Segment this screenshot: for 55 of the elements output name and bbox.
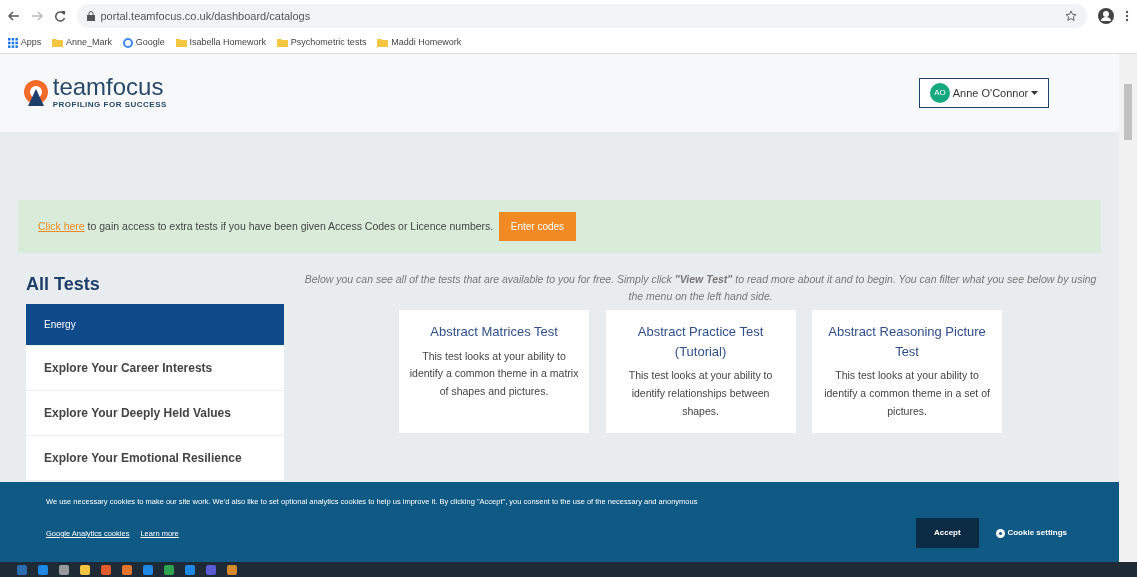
reload-icon[interactable] — [54, 10, 66, 22]
logo-tagline: PROFILING FOR SUCCESS — [52, 99, 167, 111]
folder-icon — [52, 38, 64, 47]
app-icon[interactable] — [184, 564, 195, 575]
bookmark[interactable]: Maddi Homework — [377, 35, 462, 50]
app-icon[interactable] — [226, 564, 237, 575]
sidebar-item[interactable]: Explore Your Career Interests — [26, 345, 284, 391]
test-description: This test looks at your ability to identify a common theme in a matrix of shapes and pictures. — [409, 348, 580, 400]
app-icon[interactable] — [121, 564, 132, 575]
test-title: Abstract Reasoning Picture Test — [827, 323, 987, 361]
logo[interactable]: teamfocus PROFILING FOR SUCCESS — [22, 75, 167, 111]
app-icon[interactable] — [163, 564, 174, 575]
app-icon[interactable] — [142, 564, 153, 575]
test-title: Abstract Matrices Test — [429, 323, 559, 342]
test-card[interactable]: Abstract Practice Test (Tutorial) This test looks at your ability to identify relationships between shapes. — [605, 310, 796, 433]
google-icon — [123, 37, 134, 48]
intro-text: Below you can see all of the tests that are available to you for free. Simply click "View Test" to read more about it and to begin. You can filter what you see below by using the menu on the left hand side. — [303, 272, 1098, 304]
alert-text: Click here to gain access to extra tests if you have been given Access Codes or Licence numbers. — [38, 218, 494, 234]
test-description: This test looks at your ability to identify relationships between shapes. — [627, 368, 774, 419]
test-description: This test looks at your ability to identify a common theme in a set of pictures. — [823, 368, 991, 419]
accept-button[interactable]: Accept — [916, 518, 979, 549]
app-icon[interactable] — [37, 564, 48, 575]
folder-icon — [277, 38, 289, 47]
logo-icon — [22, 79, 50, 107]
folder-icon — [175, 38, 187, 47]
bookmark[interactable]: Anne_Mark — [52, 35, 113, 50]
app-icon[interactable] — [79, 564, 90, 575]
sidebar-item[interactable]: Energy — [26, 303, 284, 346]
bookmark[interactable]: Isabella Homework — [175, 35, 267, 50]
bookmark[interactable]: Google — [123, 35, 165, 50]
url-text: portal.teamfocus.co.uk/dashboard/catalogs — [100, 8, 311, 24]
sidebar-title: All Tests — [26, 273, 101, 296]
user-menu-button[interactable]: AO Anne O'Connor — [919, 78, 1049, 108]
scrollbar[interactable] — [1119, 54, 1137, 562]
apps-icon — [8, 37, 18, 48]
logo-text: teamfocus — [52, 75, 165, 99]
sidebar-item[interactable]: Explore Your Emotional Resilience — [26, 435, 284, 481]
sidebar-item[interactable]: Explore Your Deeply Held Values — [26, 390, 284, 436]
cookie-settings-button[interactable]: Cookie settings — [989, 526, 1073, 541]
avatar: AO — [930, 83, 950, 103]
app-icon[interactable] — [100, 564, 111, 575]
bookmark[interactable]: Psychometric tests — [277, 35, 367, 50]
lock-icon — [87, 11, 95, 21]
profile-icon[interactable] — [1098, 8, 1114, 24]
address-bar[interactable]: portal.teamfocus.co.uk/dashboard/catalogs — [77, 4, 1087, 28]
menu-icon[interactable] — [1125, 10, 1129, 22]
folder-icon — [377, 38, 389, 47]
star-icon[interactable] — [1065, 10, 1077, 22]
caret-icon — [1031, 91, 1038, 95]
app-icon[interactable] — [58, 564, 69, 575]
bookmark[interactable]: Apps — [8, 35, 42, 50]
test-card[interactable]: Abstract Matrices Test This test looks at your ability to identify a common theme in a matrix of shapes and pictures. — [399, 310, 590, 433]
back-icon[interactable] — [8, 11, 20, 21]
test-title: Abstract Practice Test (Tutorial) — [636, 323, 765, 361]
test-card[interactable]: Abstract Reasoning Picture Test This test looks at your ability to identify a common theme in a set of pictures. — [812, 310, 1003, 433]
